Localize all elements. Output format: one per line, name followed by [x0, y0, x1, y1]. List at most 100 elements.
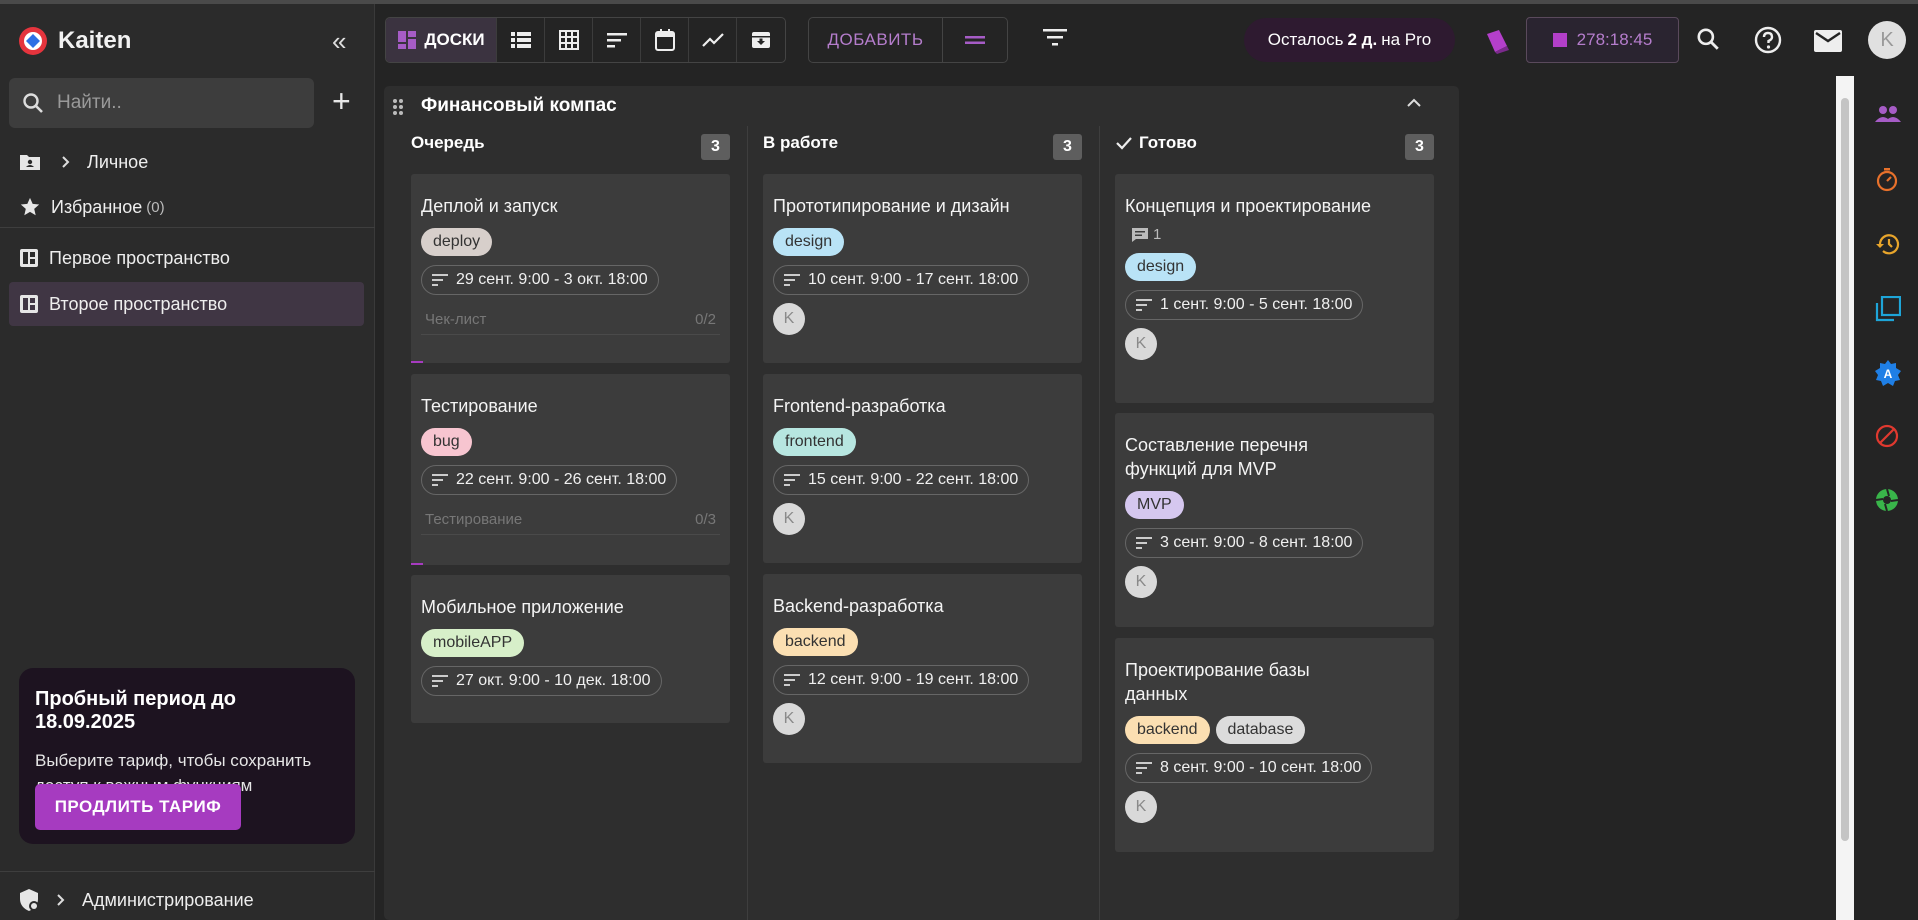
- trial-banner: Пробный период до 18.09.2025 Выберите та…: [19, 668, 355, 844]
- chevron-right-icon[interactable]: [59, 155, 73, 169]
- card-date: 8 сент. 9:00 - 10 сент. 18:00: [1125, 753, 1373, 783]
- add-options-button[interactable]: [943, 18, 1007, 62]
- card[interactable]: Проектирование базы данных backend datab…: [1115, 638, 1434, 852]
- help-icon[interactable]: [1754, 26, 1782, 54]
- board-title: Финансовый компас: [421, 95, 617, 116]
- chevron-right-icon[interactable]: [54, 893, 68, 907]
- gem-icon[interactable]: [1483, 28, 1511, 59]
- sidebar-item-label: Второе пространство: [49, 293, 228, 314]
- kaiten-logo-icon: [19, 27, 47, 55]
- card-title: Составление перечня функций для MVP: [1125, 435, 1308, 479]
- comment-icon: [1132, 227, 1148, 242]
- card[interactable]: Мобильное приложение mobileAPP 27 окт. 9…: [411, 575, 730, 723]
- column-in-progress: В работе 3 Прототипирование и дизайн des…: [736, 126, 1087, 920]
- sidebar-item-favorites[interactable]: Избранное (0): [9, 185, 364, 229]
- extend-plan-button[interactable]: ПРОДЛИТЬ ТАРИФ: [35, 784, 241, 830]
- tag: design: [773, 228, 845, 256]
- member-avatar[interactable]: K: [773, 503, 805, 535]
- time-tracker-button[interactable]: 278:18:45: [1526, 17, 1679, 63]
- column-queue: Очередь 3 Деплой и запуск deploy 29 сент…: [384, 126, 735, 920]
- menu-lines-icon: [965, 36, 985, 44]
- card[interactable]: Backend-разработка backend 12 сент. 9:00…: [763, 574, 1082, 763]
- boards-view-button[interactable]: ДОСКИ: [386, 18, 497, 62]
- sidebar-item-space-1[interactable]: Первое пространство: [9, 236, 364, 280]
- add-button[interactable]: ДОБАВИТЬ: [809, 18, 943, 62]
- mail-icon[interactable]: [1814, 30, 1842, 52]
- card-title: Мобильное приложение: [421, 597, 624, 617]
- member-avatar[interactable]: K: [773, 303, 805, 335]
- calendar-view-button[interactable]: [641, 18, 689, 62]
- card-title: Прототипирование и дизайн: [773, 196, 1010, 216]
- filter-icon: [1043, 29, 1067, 46]
- timeline-icon: [784, 474, 800, 486]
- space-icon: [20, 295, 38, 313]
- members-icon[interactable]: [1875, 104, 1901, 124]
- list-view-button[interactable]: [497, 18, 545, 62]
- card-date: 10 сент. 9:00 - 17 сент. 18:00: [773, 265, 1030, 295]
- card[interactable]: Frontend-разработка frontend 15 сент. 9:…: [763, 374, 1082, 563]
- collapse-sidebar-icon[interactable]: «: [332, 28, 346, 54]
- card-title: Тестирование: [421, 396, 538, 416]
- member-avatar[interactable]: K: [1125, 791, 1157, 823]
- search-placeholder: Найти..: [57, 92, 122, 113]
- card-title: Backend-разработка: [773, 596, 944, 616]
- card-date: 3 сент. 9:00 - 8 сент. 18:00: [1125, 528, 1364, 558]
- space-icon: [20, 249, 38, 267]
- card[interactable]: Концепция и проектирование 1 design 1 се…: [1115, 174, 1434, 403]
- user-avatar[interactable]: K: [1868, 21, 1906, 59]
- pro-trial-badge[interactable]: Осталось 2 д. на Pro: [1244, 18, 1455, 62]
- automation-icon[interactable]: A: [1875, 360, 1901, 386]
- comment-count: 1: [1153, 226, 1162, 243]
- sidebar-item-label: Личное: [87, 151, 149, 172]
- sidebar-item-label: Первое пространство: [49, 247, 230, 268]
- archive-view-button[interactable]: [737, 18, 785, 62]
- tag: mobileAPP: [421, 629, 525, 657]
- add-space-button[interactable]: +: [332, 85, 351, 117]
- checklist-row[interactable]: Чек-лист 0/2: [421, 307, 720, 335]
- sidebar-item-admin[interactable]: Администрирование: [18, 888, 254, 912]
- timer-icon[interactable]: [1875, 168, 1899, 192]
- column-title: В работе: [763, 133, 839, 152]
- divider: [0, 871, 375, 872]
- tag: MVP: [1125, 491, 1184, 519]
- reports-view-button[interactable]: [689, 18, 737, 62]
- collapse-board-icon[interactable]: [1406, 97, 1422, 109]
- search-icon[interactable]: [1695, 26, 1721, 52]
- column-done: Готово 3 Концепция и проектирование 1 de…: [1088, 126, 1439, 920]
- svg-text:A: A: [1884, 367, 1893, 381]
- date-text: 12 сент. 9:00 - 19 сент. 18:00: [808, 671, 1019, 688]
- app-logo[interactable]: Kaiten: [18, 26, 131, 56]
- table-view-button[interactable]: [545, 18, 593, 62]
- card[interactable]: Деплой и запуск deploy 29 сент. 9:00 - 3…: [411, 174, 730, 363]
- card[interactable]: Тестирование bug 22 сент. 9:00 - 26 сент…: [411, 374, 730, 565]
- card[interactable]: Составление перечня функций для MVP MVP …: [1115, 413, 1434, 627]
- date-text: 3 сент. 9:00 - 8 сент. 18:00: [1160, 534, 1353, 551]
- checklist-name: Чек-лист: [425, 311, 487, 328]
- sidebar-item-space-2[interactable]: Второе пространство: [9, 282, 364, 326]
- column-title-wrap: Готово: [1115, 133, 1197, 153]
- member-avatar[interactable]: K: [1125, 566, 1157, 598]
- timeline-view-button[interactable]: [593, 18, 641, 62]
- filter-button[interactable]: [1043, 28, 1067, 51]
- member-avatar[interactable]: K: [773, 703, 805, 735]
- date-text: 15 сент. 9:00 - 22 сент. 18:00: [808, 471, 1019, 488]
- history-icon[interactable]: [1875, 232, 1901, 256]
- sidebar: Kaiten « Найти.. + Личное Избранное (0) …: [0, 4, 375, 920]
- cards-stack-icon[interactable]: [1875, 296, 1901, 322]
- aperture-icon[interactable]: [1875, 488, 1899, 512]
- search-icon: [23, 93, 43, 113]
- star-icon: [20, 197, 40, 216]
- card[interactable]: Прототипирование и дизайн design 10 сент…: [763, 174, 1082, 363]
- member-avatar[interactable]: K: [1125, 328, 1157, 360]
- blocked-icon[interactable]: [1875, 424, 1899, 448]
- search-input[interactable]: Найти..: [9, 78, 314, 128]
- checklist-row[interactable]: Тестирование 0/3: [421, 507, 720, 535]
- sidebar-item-personal[interactable]: Личное: [9, 140, 364, 184]
- scrollbar-thumb[interactable]: [1841, 98, 1849, 841]
- drag-handle-icon[interactable]: [392, 98, 404, 116]
- archive-icon: [752, 32, 770, 48]
- card-title: Концепция и проектирование: [1125, 196, 1372, 216]
- vertical-scrollbar[interactable]: [1836, 76, 1854, 920]
- card-date: 22 сент. 9:00 - 26 сент. 18:00: [421, 465, 678, 495]
- tag: database: [1215, 716, 1306, 744]
